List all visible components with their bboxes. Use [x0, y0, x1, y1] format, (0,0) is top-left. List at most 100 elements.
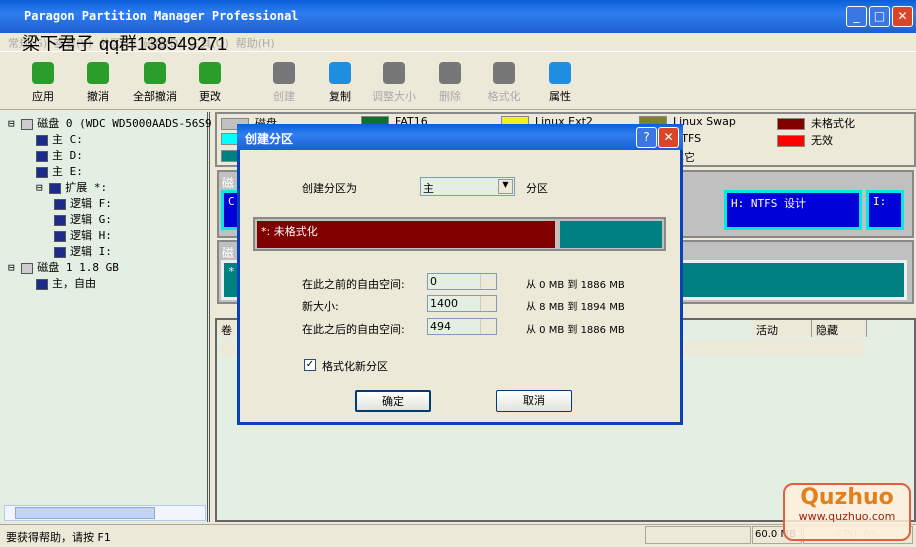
toolbar-icon: [439, 62, 461, 84]
before-input[interactable]: 0: [427, 273, 497, 290]
tree-item[interactable]: 主，自由: [36, 275, 96, 291]
tree-item[interactable]: 主 C:: [36, 131, 83, 147]
tree-item-label: 逻辑 F:: [70, 197, 112, 210]
after-label: 在此之后的自由空间:: [302, 323, 405, 336]
minimize-button[interactable]: _: [846, 6, 867, 27]
tree-item-label: 磁盘 0 (WDC WD5000AADS-56S9: [37, 117, 212, 130]
chevron-down-icon[interactable]: ▼: [498, 179, 513, 194]
collapse-icon[interactable]: ⊟: [36, 181, 49, 194]
toolbar-label: 调整大小: [372, 90, 416, 103]
tree-item[interactable]: ⊟ 磁盘 1 1.8 GB: [8, 259, 119, 275]
tree-item[interactable]: ⊟ 扩展 *:: [36, 179, 107, 195]
toolbar-button-9[interactable]: 属性: [530, 62, 590, 104]
partition-type-value: 主: [423, 182, 434, 195]
toolbar-button-5[interactable]: 复制: [310, 62, 370, 104]
partition-icon: [49, 182, 62, 194]
toolbar-icon: [87, 62, 109, 84]
size-range: 从 8 MB 到 1894 MB: [526, 302, 625, 313]
tree-item-label: 主，自由: [52, 277, 96, 290]
create-as-suffix: 分区: [526, 182, 548, 195]
size-label: 新大小:: [302, 300, 339, 313]
toolbar-button-7[interactable]: 删除: [420, 62, 480, 104]
tree-item[interactable]: 逻辑 G:: [54, 211, 112, 227]
new-partition-segment[interactable]: *: 未格式化: [257, 221, 555, 248]
partition-h[interactable]: H: NTFS 设计: [724, 190, 862, 230]
toolbar-icon: [199, 62, 221, 84]
dialog-help-button[interactable]: ?: [636, 127, 657, 148]
before-range: 从 0 MB 到 1886 MB: [526, 280, 625, 291]
legend-item: 未格式化: [777, 115, 855, 131]
toolbar-icon: [493, 62, 515, 84]
toolbar-button-6[interactable]: 调整大小: [364, 62, 424, 104]
tree-item-label: 主 E:: [52, 165, 83, 178]
app-title: Paragon Partition Manager Professional: [24, 9, 299, 23]
format-checkbox[interactable]: ✓: [304, 359, 316, 371]
partition-icon: [54, 230, 66, 242]
toolbar-label: 创建: [273, 90, 295, 103]
after-range: 从 0 MB 到 1886 MB: [526, 325, 625, 336]
partition-icon: [54, 214, 66, 226]
legend-swatch: [777, 118, 805, 130]
tree-item[interactable]: 主 D:: [36, 147, 83, 163]
toolbar-button-0[interactable]: 应用: [13, 62, 73, 104]
status-help: 要获得帮助，请按 F1: [6, 531, 111, 544]
partition-icon: [54, 246, 66, 258]
free-space-segment[interactable]: [560, 221, 662, 248]
tree-item-label: 扩展 *:: [65, 181, 108, 194]
tree-item-label: 主 D:: [52, 149, 83, 162]
tree-item[interactable]: 主 E:: [36, 163, 83, 179]
toolbar-button-3[interactable]: 更改: [180, 62, 240, 104]
title-bar: Paragon Partition Manager Professional: [0, 0, 916, 33]
col-active[interactable]: 活动: [752, 320, 812, 337]
disk0-label: 磁: [222, 176, 235, 190]
collapse-icon[interactable]: ⊟: [8, 117, 21, 130]
toolbar-icon: [549, 62, 571, 84]
partition-icon: [54, 198, 66, 210]
spinner-icon: [480, 274, 496, 289]
size-input[interactable]: 1400: [427, 295, 497, 312]
legend-label: 无效: [811, 134, 833, 147]
tree-item[interactable]: 逻辑 F:: [54, 195, 112, 211]
toolbar-icon: [144, 62, 166, 84]
disk-icon: [21, 118, 34, 130]
toolbar-label: 复制: [329, 90, 351, 103]
partition-type-select[interactable]: 主 ▼: [420, 177, 515, 196]
close-button[interactable]: ✕: [892, 6, 913, 27]
toolbar-icon: [273, 62, 295, 84]
dialog-close-button[interactable]: ✕: [658, 127, 679, 148]
tree-horizontal-scrollbar[interactable]: [4, 505, 206, 521]
maximize-button[interactable]: □: [869, 6, 890, 27]
col-hidden[interactable]: 隐藏: [812, 320, 867, 337]
tree-item-label: 逻辑 I:: [70, 245, 112, 258]
toolbar-label: 属性: [549, 90, 571, 103]
dialog-title-bar: 创建分区: [237, 124, 683, 150]
toolbar: 应用 撤消 全部撤消 更改 创建 复制 调整大小 删除 格式化 属性: [0, 51, 916, 110]
toolbar-icon: [32, 62, 54, 84]
toolbar-label: 删除: [439, 90, 461, 103]
toolbar-button-4[interactable]: 创建: [254, 62, 314, 104]
tree-item[interactable]: 逻辑 I:: [54, 243, 112, 259]
toolbar-label: 更改: [199, 90, 221, 103]
menu-help[interactable]: 帮助(H): [236, 37, 275, 50]
ok-button[interactable]: 确定: [355, 390, 431, 412]
partition-i[interactable]: I:: [866, 190, 904, 230]
cancel-button[interactable]: 取消: [496, 390, 572, 412]
toolbar-label: 格式化: [487, 90, 521, 103]
collapse-icon[interactable]: ⊟: [8, 261, 21, 274]
partition-size-bar[interactable]: *: 未格式化: [253, 217, 666, 251]
after-input[interactable]: 494: [427, 318, 497, 335]
tree-item[interactable]: ⊟ 磁盘 0 (WDC WD5000AADS-56S9: [8, 115, 212, 131]
tree-item-label: 主 C:: [52, 133, 83, 146]
disk-tree[interactable]: ⊟ 磁盘 0 (WDC WD5000AADS-56S9 主 C: 主 D: 主 E: ⊟…: [0, 112, 212, 522]
legend-item: 无效: [777, 132, 833, 148]
spinner-icon: [480, 319, 496, 334]
partition-icon: [36, 150, 48, 162]
create-as-label: 创建分区为: [302, 182, 357, 195]
tree-item[interactable]: 逻辑 H:: [54, 227, 112, 243]
spinner-icon: [480, 296, 496, 311]
toolbar-button-2[interactable]: 全部撤消: [125, 62, 185, 104]
toolbar-button-1[interactable]: 撤消: [68, 62, 128, 104]
legend-label: 未格式化: [811, 117, 855, 130]
toolbar-button-8[interactable]: 格式化: [474, 62, 534, 104]
scroll-thumb[interactable]: [15, 507, 155, 519]
